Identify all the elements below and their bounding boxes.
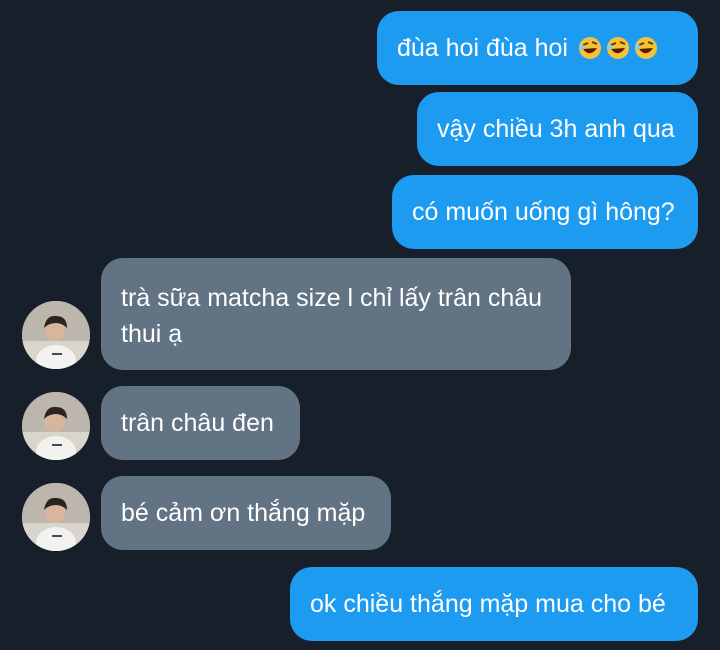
- contact-photo: [22, 301, 90, 369]
- incoming-message-bubble[interactable]: trà sữa matcha size l chỉ lấy trân châu …: [101, 258, 571, 370]
- message-text: vậy chiều 3h anh qua: [437, 115, 675, 143]
- outgoing-message-bubble[interactable]: có muốn uống gì hông?: [392, 175, 698, 249]
- rolling-on-floor-laughing-icon: [606, 37, 629, 59]
- avatar[interactable]: [22, 483, 90, 551]
- message-text: có muốn uống gì hông?: [412, 198, 675, 226]
- outgoing-message-bubble[interactable]: ok chiều thắng mặp mua cho bé: [290, 567, 698, 641]
- contact-photo: [22, 392, 90, 460]
- rolling-on-floor-laughing-icon: [634, 37, 657, 59]
- avatar[interactable]: [22, 301, 90, 369]
- message-text-line-1: trà sữa matcha size l chỉ lấy trân châu: [121, 284, 543, 312]
- message-text: bé cảm ơn thắng mặp: [121, 499, 366, 527]
- rolling-on-floor-laughing-icon: [578, 37, 601, 59]
- outgoing-message-bubble[interactable]: đùa hoi đùa hoi: [377, 11, 698, 85]
- contact-photo: [22, 483, 90, 551]
- emoji-group: [574, 36, 658, 60]
- message-text: ok chiều thắng mặp mua cho bé: [310, 590, 666, 618]
- message-text-line-2: thui ạ: [121, 320, 183, 348]
- incoming-message-bubble[interactable]: bé cảm ơn thắng mặp: [101, 476, 391, 550]
- message-text: đùa hoi đùa hoi: [397, 34, 568, 62]
- avatar[interactable]: [22, 392, 90, 460]
- chat-thread: đùa hoi đùa hoi vậy chiều 3h anh qua có …: [0, 0, 720, 650]
- message-text: trân châu đen: [121, 409, 274, 437]
- outgoing-message-bubble[interactable]: vậy chiều 3h anh qua: [417, 92, 698, 166]
- incoming-message-bubble[interactable]: trân châu đen: [101, 386, 300, 460]
